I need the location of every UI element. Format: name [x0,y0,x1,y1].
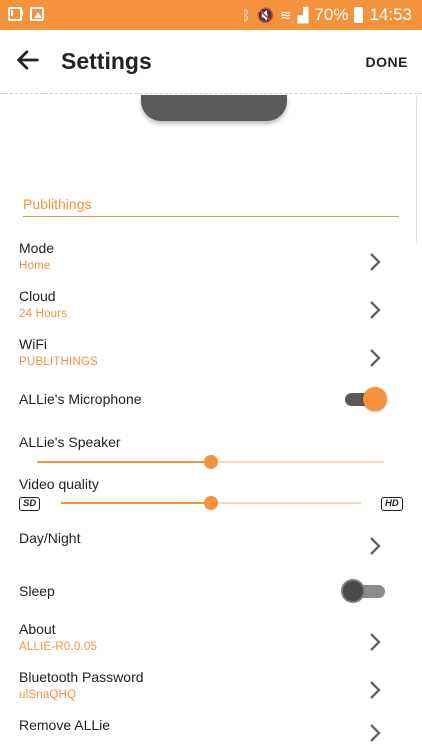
back-arrow-icon[interactable] [14,46,46,78]
page-title: Settings [61,48,152,74]
setting-value: ALLIE-R0.0.05 [19,641,98,653]
setting-label: Remove ALLie [19,717,111,733]
clock: 14:53 [369,5,412,24]
status-right-icons: ᛒ 🔇 ≋ ▟ 70% 14:53 [242,5,412,25]
wifi-icon: ≋ [279,7,292,23]
setting-label: Bluetooth Password [19,669,144,685]
chevron-right-icon [368,348,382,368]
slider-fill [37,461,211,463]
setting-value: PUBLITHINGS [19,356,98,368]
setting-cloud[interactable]: Cloud 24 Hours [19,288,404,332]
status-left-icons [8,7,44,21]
setting-about[interactable]: About ALLIE-R0.0.05 [19,621,404,665]
app-bar: Settings DONE [0,30,422,94]
chevron-right-icon [368,632,382,652]
setting-value: Home [19,260,51,272]
toggle-knob [363,387,387,411]
setting-value: ulSnaQHQ [19,689,77,701]
hd-badge: HD [381,497,403,511]
slider-fill [61,502,211,504]
mail-icon [8,7,23,21]
setting-label: Mode [19,240,55,256]
video-quality-slider[interactable] [61,496,361,510]
slider-thumb[interactable] [204,496,218,510]
chevron-right-icon [368,300,382,320]
setting-label: ALLie's Speaker [19,434,121,450]
setting-label: Cloud [19,288,56,304]
chevron-right-icon [368,680,382,700]
chevron-right-icon [368,723,382,743]
toggle-knob [341,579,365,603]
chevron-right-icon [368,536,382,556]
battery-icon [354,7,364,23]
signal-icon: ▟ [297,7,309,23]
sd-badge: SD [19,497,41,511]
setting-day-night[interactable]: Day/Night [19,530,404,560]
microphone-toggle[interactable] [343,386,387,412]
battery-percent: 70% [314,5,349,24]
mute-icon: 🔇 [256,7,274,23]
done-button[interactable]: DONE [366,54,408,70]
speaker-slider[interactable] [37,455,384,469]
section-title: Publithings [23,196,92,212]
setting-mode[interactable]: Mode Home [19,240,404,284]
setting-label: Day/Night [19,530,81,546]
setting-label: About [19,621,56,637]
setting-label: WiFi [19,336,47,352]
setting-label: Video quality [19,476,99,492]
setting-value: 24 Hours [19,308,68,320]
status-bar: ᛒ 🔇 ≋ ▟ 70% 14:53 [0,0,422,30]
setting-bluetooth-password[interactable]: Bluetooth Password ulSnaQHQ [19,669,404,713]
setting-video-quality: Video quality [19,476,404,496]
chevron-right-icon [368,252,382,272]
image-icon [30,7,44,21]
setting-sleep: Sleep [19,579,404,609]
setting-microphone: ALLie's Microphone [19,387,404,417]
sleep-toggle[interactable] [341,578,387,604]
bluetooth-icon: ᛒ [242,7,251,23]
slider-thumb[interactable] [203,455,218,469]
section-divider [23,216,399,217]
device-image [141,95,287,121]
scroll-edge [416,95,422,245]
setting-remove-allie[interactable]: Remove ALLie [19,717,404,747]
setting-wifi[interactable]: WiFi PUBLITHINGS [19,336,404,380]
